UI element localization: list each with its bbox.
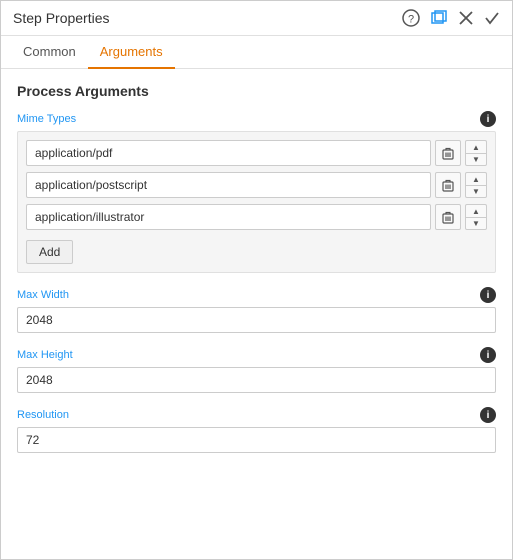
mime-row: ▲ ▼ [26,140,487,166]
move-up-1-button[interactable]: ▲ [465,172,487,185]
move-up-2-button[interactable]: ▲ [465,204,487,217]
mime-types-label: Mime Types [17,113,76,125]
max-height-group: Max Height i [17,347,496,393]
resolution-group: Resolution i [17,407,496,453]
move-up-0-button[interactable]: ▲ [465,140,487,153]
move-group-2: ▲ ▼ [465,204,487,230]
tab-arguments[interactable]: Arguments [88,36,175,69]
tab-common[interactable]: Common [11,36,88,69]
resolution-label: Resolution [17,409,69,421]
move-down-0-button[interactable]: ▼ [465,153,487,166]
close-icon[interactable] [458,10,474,26]
max-width-info-icon[interactable]: i [480,287,496,303]
max-height-label: Max Height [17,349,73,361]
content-area: Process Arguments Mime Types i [1,69,512,481]
confirm-icon[interactable] [484,10,500,26]
move-group-1: ▲ ▼ [465,172,487,198]
section-title: Process Arguments [17,83,496,99]
max-height-label-row: Max Height i [17,347,496,363]
page-title: Step Properties [13,10,110,26]
add-mime-button[interactable]: Add [26,240,73,264]
delete-mime-0-button[interactable] [435,140,461,166]
max-width-label: Max Width [17,289,69,301]
title-bar-icons: ? [402,9,500,27]
max-width-group: Max Width i [17,287,496,333]
restore-icon[interactable] [430,9,448,27]
max-width-label-row: Max Width i [17,287,496,303]
tab-bar: Common Arguments [1,36,512,69]
mime-types-info-icon[interactable]: i [480,111,496,127]
max-height-input[interactable] [17,367,496,393]
help-icon[interactable]: ? [402,9,420,27]
mime-input-0[interactable] [26,140,431,166]
delete-mime-1-button[interactable] [435,172,461,198]
resolution-info-icon[interactable]: i [480,407,496,423]
mime-input-1[interactable] [26,172,431,198]
resolution-input[interactable] [17,427,496,453]
mime-types-label-row: Mime Types i [17,111,496,127]
move-down-1-button[interactable]: ▼ [465,185,487,198]
mime-input-2[interactable] [26,204,431,230]
max-width-input[interactable] [17,307,496,333]
title-bar: Step Properties ? [1,1,512,36]
mime-types-group: Mime Types i [17,111,496,273]
mime-types-container: ▲ ▼ [17,131,496,273]
mime-row: ▲ ▼ [26,204,487,230]
max-height-info-icon[interactable]: i [480,347,496,363]
resolution-label-row: Resolution i [17,407,496,423]
move-down-2-button[interactable]: ▼ [465,217,487,230]
svg-text:?: ? [408,14,414,26]
mime-row: ▲ ▼ [26,172,487,198]
delete-mime-2-button[interactable] [435,204,461,230]
move-group-0: ▲ ▼ [465,140,487,166]
